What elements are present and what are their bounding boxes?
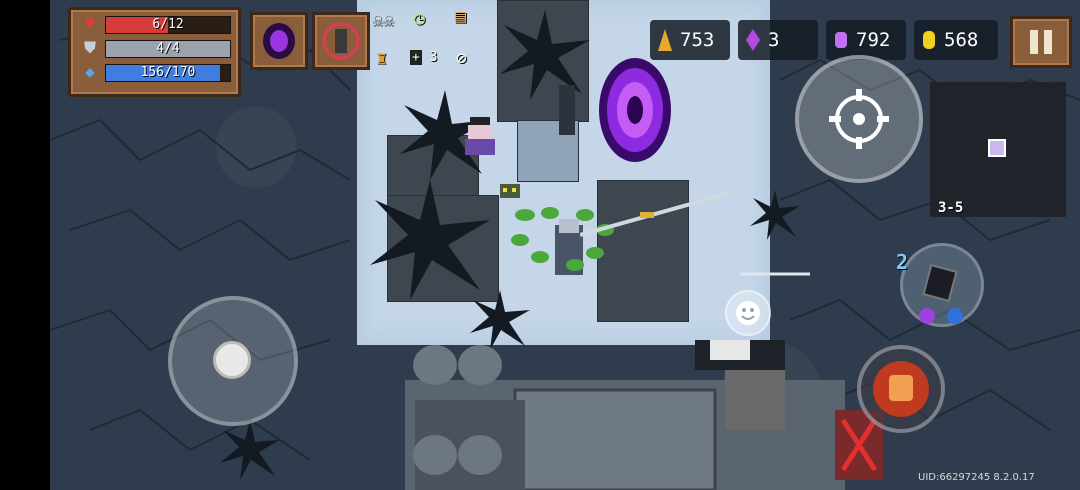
joystick-knob[interactable] xyxy=(213,341,251,379)
player-stats-panel: ♥ 6/12 ⛊ 4/4 ◆ 156/170 xyxy=(68,7,241,97)
slash-buff-icon: ⊘ xyxy=(456,48,467,69)
stack-count: 3 xyxy=(429,50,438,65)
weapon-count: 2 xyxy=(896,250,909,274)
dark-spike-hazard xyxy=(220,420,280,480)
energy-crystal-icon: ◆ xyxy=(85,62,95,81)
crystal-counter: 3 xyxy=(738,20,818,60)
pause-button[interactable] xyxy=(1010,16,1072,68)
enemy-pirate-character xyxy=(465,117,495,155)
rune-skill-button[interactable] xyxy=(312,12,370,70)
gem-value: 792 xyxy=(856,29,891,51)
material-counter: 753 xyxy=(650,20,730,60)
gold-counter: 568 xyxy=(914,20,998,60)
movement-joystick[interactable] xyxy=(168,296,298,426)
minimap-room-icon xyxy=(988,139,1006,157)
clock-buff-icon: ◷ xyxy=(414,8,425,29)
spear-weapon xyxy=(580,191,730,237)
character-skill-button[interactable] xyxy=(857,345,945,433)
dropped-weapon xyxy=(740,272,810,276)
health-text: 6/12 xyxy=(152,17,184,32)
stone-pillar xyxy=(559,85,575,135)
crystal-icon xyxy=(746,29,760,51)
minimap[interactable] xyxy=(930,82,1066,217)
weapon-swap-button[interactable] xyxy=(900,243,984,327)
void-summon-skill-button[interactable] xyxy=(250,12,308,70)
game-screen: ♥ 6/12 ⛊ 4/4 ◆ 156/170 ☠☠ ◷ ▤ ♜ + 3 ⊘ 75… xyxy=(0,0,1080,490)
weapon-icon xyxy=(919,263,963,324)
crystal-value: 3 xyxy=(768,29,780,51)
crosshair-icon xyxy=(829,89,889,149)
level-indicator: 3-5 xyxy=(938,200,964,216)
armor-bar: ⛊ 4/4 xyxy=(79,38,231,58)
material-icon xyxy=(658,29,672,51)
fist-icon xyxy=(873,361,929,417)
armor-text: 4/4 xyxy=(156,41,180,56)
helmet-buff-icon: ♜ xyxy=(376,48,387,69)
aim-button[interactable] xyxy=(795,55,923,183)
void-summon-skill-icon xyxy=(263,23,295,59)
stack-buff: + 3 xyxy=(410,50,437,65)
shield-icon: ⛊ xyxy=(83,38,96,57)
plus-icon: + xyxy=(410,50,422,65)
pause-icon xyxy=(1030,30,1052,54)
dark-spike-hazard xyxy=(370,180,490,300)
gem-icon xyxy=(835,32,847,48)
material-value: 753 xyxy=(680,29,715,51)
energy-bar: ◆ 156/170 xyxy=(79,62,231,82)
left-letterbox xyxy=(0,0,50,490)
gold-coin-icon xyxy=(923,31,935,49)
energy-text: 156/170 xyxy=(140,65,196,80)
pirate-ship-boss xyxy=(405,340,883,490)
skull-buff-icon: ☠☠ xyxy=(372,10,394,31)
health-bar: ♥ 6/12 xyxy=(79,14,231,34)
dark-spike-hazard xyxy=(750,190,800,240)
emote-button[interactable] xyxy=(725,290,771,336)
scroll-buff-icon: ▤ xyxy=(455,6,466,27)
gem-counter: 792 xyxy=(826,20,906,60)
heart-icon: ♥ xyxy=(85,14,95,33)
void-portal xyxy=(599,58,671,162)
uid-version-label: UID:66297245 8.2.0.17 xyxy=(918,472,1035,483)
cat-pet xyxy=(500,184,520,198)
smiley-icon xyxy=(736,301,760,325)
gold-value: 568 xyxy=(944,29,979,51)
rune-skill-icon xyxy=(322,22,360,60)
